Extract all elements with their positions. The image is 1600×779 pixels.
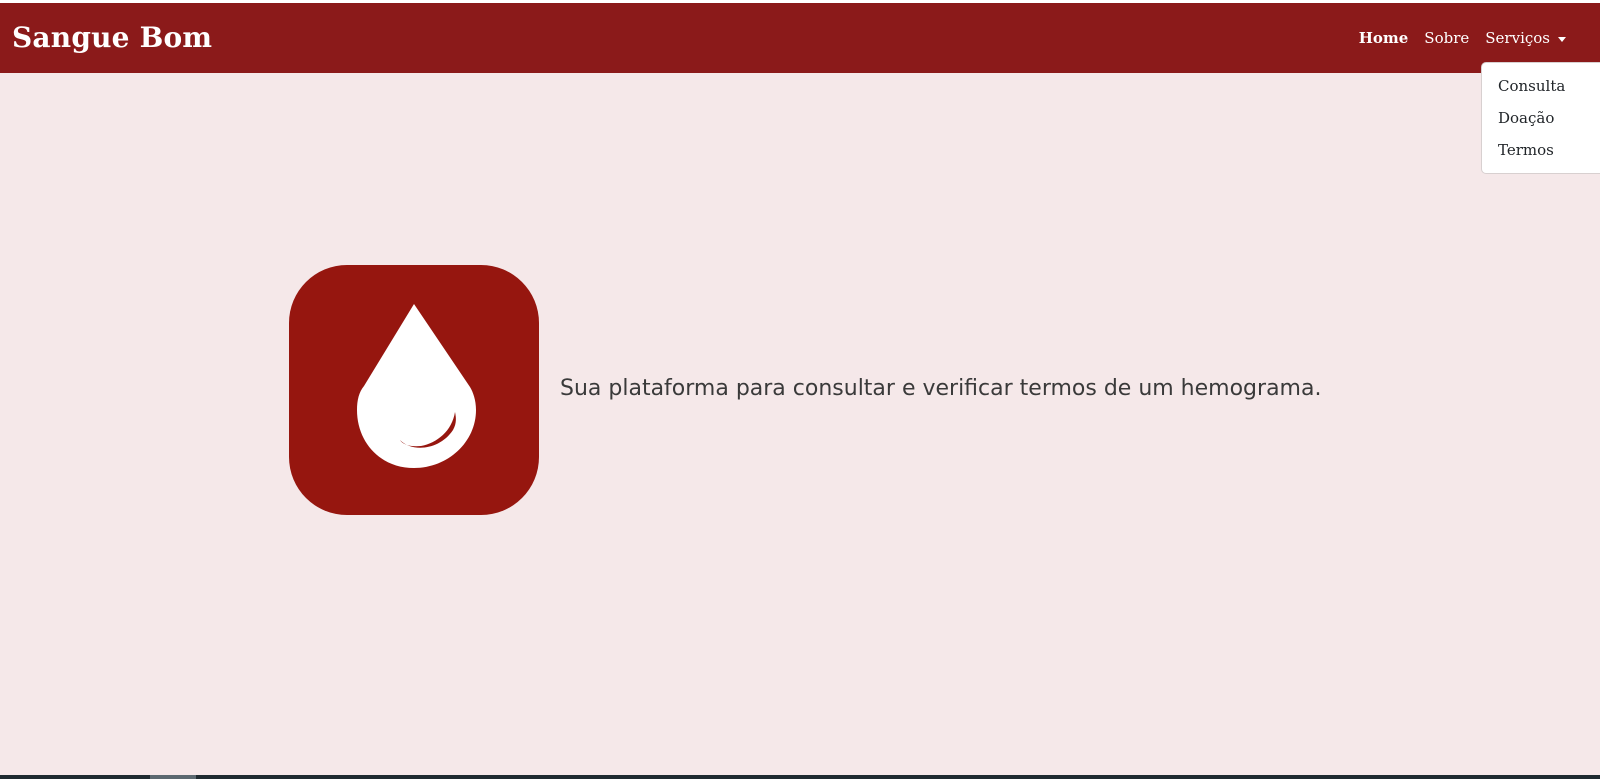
app-logo — [289, 265, 539, 515]
servicos-dropdown-menu: Consulta Doação Termos — [1481, 62, 1600, 174]
nav-link-sobre[interactable]: Sobre — [1424, 29, 1469, 47]
nav-dropdown-servicos-label: Serviços — [1485, 29, 1550, 47]
dropdown-item-consulta[interactable]: Consulta — [1482, 75, 1600, 107]
hero-tagline: Sua plataforma para consultar e verifica… — [560, 376, 1322, 401]
nav-menu: Home Sobre Serviços — [1343, 29, 1566, 47]
nav-dropdown-servicos[interactable]: Serviços — [1485, 29, 1566, 47]
navbar: Sangue Bom Home Sobre Serviços — [0, 3, 1600, 73]
bottom-scrollbar[interactable] — [0, 775, 1600, 779]
dropdown-item-termos[interactable]: Termos — [1482, 139, 1600, 171]
brand-logo-link[interactable]: Sangue Bom — [12, 21, 212, 54]
scrollbar-thumb[interactable] — [150, 775, 196, 779]
blood-drop-icon — [357, 304, 476, 468]
nav-link-home[interactable]: Home — [1359, 29, 1409, 47]
dropdown-item-doacao[interactable]: Doação — [1482, 107, 1600, 139]
caret-down-icon — [1558, 36, 1566, 42]
